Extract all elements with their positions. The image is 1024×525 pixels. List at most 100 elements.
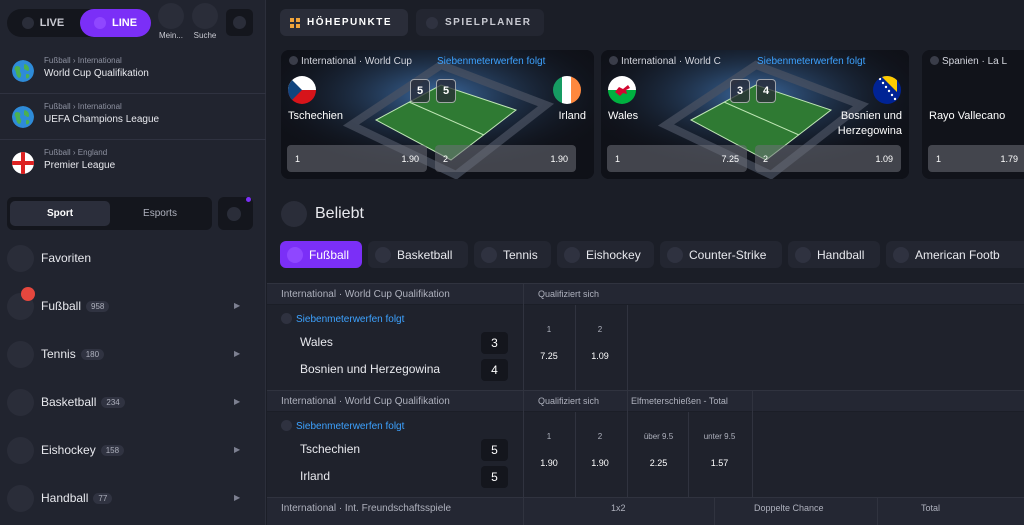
- event-crumb: International · World Cup Qualifikation: [281, 396, 450, 407]
- sidebar: LIVE LINE Mein... Suche Fußball › Intern…: [0, 0, 266, 525]
- section-title-beliebt: Beliebt: [281, 201, 364, 227]
- chevron-right-icon: ▶: [234, 397, 241, 406]
- team-score: 5: [481, 439, 508, 461]
- sport-esports-tabs: Sport Esports: [7, 197, 212, 230]
- american-football-icon: [893, 246, 909, 263]
- popular-icon: [281, 201, 307, 227]
- ireland-flag-icon: [553, 76, 581, 104]
- market-header: Total: [921, 503, 941, 513]
- home-team: Tschechien: [288, 110, 344, 122]
- event-status: Siebenmeterwerfen folgt: [281, 420, 404, 432]
- search-button[interactable]: Suche: [191, 3, 219, 40]
- odd-button[interactable]: 1 1.90: [287, 145, 427, 172]
- card-crumb: International · World Cup: [289, 56, 412, 67]
- sidebar-item-favoriten[interactable]: Favoriten: [0, 235, 266, 283]
- card-crumb: International · World C: [609, 56, 721, 67]
- tab-esports[interactable]: Esports: [111, 201, 209, 226]
- odd-button[interactable]: 1 7.25: [607, 145, 747, 172]
- sidebar-item-fussball[interactable]: Fußball 958 ▶: [0, 283, 266, 331]
- league-item-world-cup-qualifikation[interactable]: Fußball › International World Cup Qualif…: [0, 48, 266, 94]
- league-crumb: Fußball › England: [44, 148, 108, 157]
- hockey-icon: [564, 246, 580, 263]
- sidebar-item-basketball[interactable]: Basketball 234 ▶: [0, 379, 266, 427]
- odd-button[interactable]: 2 1.90: [575, 432, 625, 468]
- chip-american-football[interactable]: American Footb: [886, 241, 1024, 268]
- live-line-toggle: LIVE LINE: [7, 9, 151, 37]
- home-score: 3: [730, 79, 750, 103]
- count-badge: 180: [80, 349, 105, 360]
- count-badge: 77: [93, 493, 113, 504]
- chevron-right-icon: ▶: [234, 493, 241, 502]
- line-toggle-button[interactable]: LINE: [80, 9, 151, 37]
- league-item-premier-league[interactable]: Fußball › England Premier League: [0, 140, 266, 186]
- team-score: 5: [481, 466, 508, 488]
- count-badge: 158: [100, 445, 125, 456]
- event-row[interactable]: Siebenmeterwerfen folgt Tschechien 5 Irl…: [267, 412, 1024, 497]
- team-name: Bosnien und Herzegowina: [300, 362, 441, 376]
- basketball-icon: [7, 389, 34, 416]
- live-toggle-button[interactable]: LIVE: [7, 9, 79, 37]
- globe-icon: [12, 106, 34, 128]
- handball-icon: [7, 485, 34, 512]
- league-item-uefa-champions-league[interactable]: Fußball › International UEFA Champions L…: [0, 94, 266, 140]
- chip-counter-strike[interactable]: Counter-Strike: [660, 241, 782, 268]
- odd-button[interactable]: unter 9.5 1.57: [692, 432, 747, 468]
- sidebar-item-tennis[interactable]: Tennis 180 ▶: [0, 331, 266, 379]
- league-name: World Cup Qualifikation: [44, 68, 149, 79]
- my-bets-button[interactable]: Mein...: [157, 3, 185, 40]
- event-status: Siebenmeterwerfen folgt: [281, 313, 404, 325]
- tennis-icon: [7, 341, 34, 368]
- settings-button[interactable]: [226, 9, 253, 36]
- chevron-right-icon: ▶: [234, 301, 241, 310]
- league-name: UEFA Champions League: [44, 114, 160, 125]
- team-name: Wales: [300, 335, 333, 349]
- odd-button[interactable]: über 9.5 2.25: [631, 432, 686, 468]
- event-header: International · Int. Freundschaftsspiele…: [267, 497, 1024, 525]
- event-header: International · World Cup Qualifikation …: [267, 390, 1024, 411]
- basketball-icon: [375, 246, 391, 263]
- highlight-card[interactable]: International · World C Siebenmeterwerfe…: [601, 50, 909, 179]
- market-header: Elfmeterschießen - Total: [631, 396, 728, 406]
- star-icon: [7, 245, 34, 272]
- away-score: 5: [436, 79, 456, 103]
- away-score: 4: [756, 79, 776, 103]
- hockey-icon: [7, 437, 34, 464]
- tab-sport[interactable]: Sport: [10, 201, 110, 226]
- count-badge: 958: [86, 301, 110, 312]
- highlight-card[interactable]: International · World Cup Siebenmeterwer…: [281, 50, 594, 179]
- sidebar-item-eishockey[interactable]: Eishockey 158 ▶: [0, 427, 266, 475]
- chip-fussball[interactable]: Fußball: [280, 241, 362, 268]
- chip-tennis[interactable]: Tennis: [474, 241, 551, 268]
- schedule-button[interactable]: SPIELPLANER: [416, 9, 544, 36]
- highlight-card[interactable]: Spanien · La L Rayo Vallecano 1 1.79: [922, 50, 1024, 179]
- notification-badge: [21, 287, 35, 301]
- odd-button[interactable]: 2 1.09: [755, 145, 901, 172]
- odd-button[interactable]: 2 1.09: [575, 325, 625, 361]
- league-crumb: Fußball › International: [44, 56, 122, 65]
- team-score: 3: [481, 332, 508, 354]
- event-crumb: International · Int. Freundschaftsspiele: [281, 503, 452, 514]
- odd-button[interactable]: 1 7.25: [524, 325, 574, 361]
- team-score: 4: [481, 359, 508, 381]
- live-icon: [21, 17, 34, 29]
- highlights-icon: [290, 17, 300, 28]
- filter-button[interactable]: [218, 197, 253, 230]
- odd-button[interactable]: 1 1.79: [928, 145, 1024, 172]
- card-status: Siebenmeterwerfen folgt: [757, 56, 866, 67]
- odd-button[interactable]: 1 1.90: [524, 432, 574, 468]
- my-bets-icon: [158, 3, 184, 29]
- england-flag-icon: [12, 152, 34, 174]
- highlights-button[interactable]: HÖHEPUNKTE: [280, 9, 408, 36]
- event-row[interactable]: Siebenmeterwerfen folgt Wales 3 Bosnien …: [267, 305, 1024, 390]
- card-status: Siebenmeterwerfen folgt: [437, 56, 546, 67]
- event-header: International · World Cup Qualifikation …: [267, 283, 1024, 304]
- chip-basketball[interactable]: Basketball: [368, 241, 468, 268]
- market-header: 1x2: [611, 503, 626, 513]
- odd-button[interactable]: 2 1.90: [435, 145, 576, 172]
- chip-eishockey[interactable]: Eishockey: [557, 241, 654, 268]
- chip-handball[interactable]: Handball: [788, 241, 880, 268]
- sidebar-item-handball[interactable]: Handball 77 ▶: [0, 475, 266, 523]
- tennis-icon: [481, 246, 497, 263]
- market-header: Qualifiziert sich: [538, 396, 600, 406]
- home-team: Rayo Vallecano: [929, 110, 1006, 122]
